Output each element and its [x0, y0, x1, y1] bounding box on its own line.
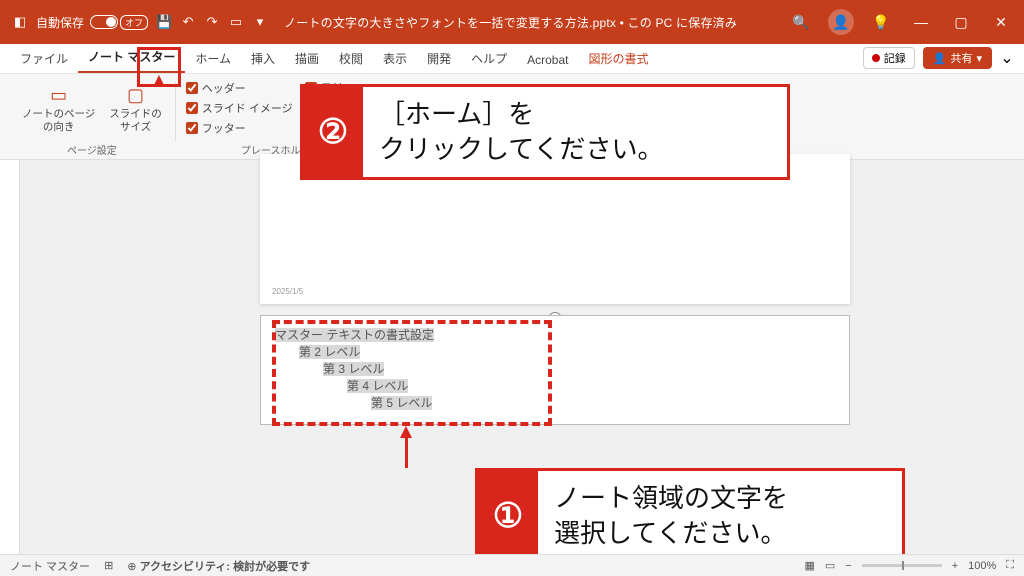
tab-view[interactable]: 表示 — [373, 44, 417, 73]
annotation-number-2: ② — [303, 87, 363, 177]
notes-level1[interactable]: マスター テキストの書式設定 — [275, 328, 434, 342]
zoom-value[interactable]: 100% — [968, 560, 996, 572]
annotation-callout-2: ② ［ホーム］を クリックしてください。 — [300, 84, 790, 180]
annotation-text-1: ノート領域の文字を 選択してください。 — [538, 471, 804, 561]
annotation-arrow-1-line — [405, 438, 408, 468]
zoom-out-icon[interactable]: − — [845, 560, 851, 572]
close-button[interactable]: ✕ — [988, 9, 1014, 35]
group-page-setup: ▭ ノートのページ の向き ▢ スライドの サイズ ページ設定 — [8, 78, 176, 157]
annotation-callout-1: ① ノート領域の文字を 選択してください。 — [475, 468, 905, 564]
undo-icon[interactable]: ↶ — [180, 14, 196, 30]
ribbon-tabs: ファイル ノート マスター ホーム 挿入 描画 校閲 表示 開発 ヘルプ Acr… — [0, 44, 1024, 74]
annotation-arrow-2 — [153, 75, 165, 87]
zoom-in-icon[interactable]: + — [952, 560, 958, 572]
tab-help[interactable]: ヘルプ — [461, 44, 517, 73]
tab-shape-format[interactable]: 図形の書式 — [578, 44, 658, 73]
tab-acrobat[interactable]: Acrobat — [517, 47, 578, 73]
record-button[interactable]: 記録 — [863, 47, 915, 69]
status-notes-icon[interactable]: ⊞ — [104, 559, 113, 572]
fit-window-icon[interactable]: ⛶ — [1006, 559, 1014, 572]
notes-orientation-button[interactable]: ▭ ノートのページ の向き — [18, 80, 99, 133]
status-accessibility[interactable]: ⊕ アクセシビリティ: 検討が必要です — [127, 558, 310, 574]
notes-level4[interactable]: 第 4 レベル — [347, 379, 408, 393]
toggle-off-icon — [90, 15, 118, 29]
collapse-ribbon-icon[interactable]: ⌄ — [1000, 48, 1014, 68]
vertical-ruler — [0, 160, 20, 554]
autosave-state: オフ — [120, 15, 148, 30]
autosave-toggle[interactable]: 自動保存 オフ — [36, 14, 148, 31]
title-bar: ◧ 自動保存 オフ 💾 ↶ ↷ ▭ ▾ ノートの文字の大きさやフォントを一括で変… — [0, 0, 1024, 44]
search-icon[interactable]: 🔍 — [788, 9, 814, 35]
app-icon: ◧ — [12, 14, 28, 30]
slide-date: 2025/1/5 — [272, 287, 303, 296]
status-bar: ノート マスター ⊞ ⊕ アクセシビリティ: 検討が必要です ▦ ▭ − + 1… — [0, 554, 1024, 576]
annotation-arrow-1 — [400, 426, 412, 438]
notes-level3[interactable]: 第 3 レベル — [323, 362, 384, 376]
tab-home[interactable]: ホーム — [185, 44, 241, 73]
notes-placeholder[interactable]: マスター テキストの書式設定 第 2 レベル 第 3 レベル 第 4 レベル 第… — [260, 315, 850, 425]
tab-notes-master[interactable]: ノート マスター — [78, 42, 185, 73]
chk-header[interactable]: ヘッダー — [186, 80, 293, 96]
chk-footer[interactable]: フッター — [186, 120, 293, 136]
redo-icon[interactable]: ↷ — [204, 14, 220, 30]
tab-developer[interactable]: 開発 — [417, 44, 461, 73]
annotation-number-1: ① — [478, 471, 538, 561]
notes-level2[interactable]: 第 2 レベル — [299, 345, 360, 359]
tab-file[interactable]: ファイル — [10, 44, 78, 73]
tab-insert[interactable]: 挿入 — [241, 44, 285, 73]
accessibility-icon: ⊕ — [127, 561, 136, 573]
document-title[interactable]: ノートの文字の大きさやフォントを一括で変更する方法.pptx • この PC に… — [268, 14, 788, 31]
share-button[interactable]: 👤共有▾ — [923, 47, 992, 69]
zoom-slider[interactable] — [862, 564, 942, 567]
view-reading-icon[interactable]: ▭ — [825, 559, 835, 572]
status-view: ノート マスター — [10, 558, 90, 574]
account-icon[interactable]: 👤 — [828, 9, 854, 35]
maximize-button[interactable]: ▢ — [948, 9, 974, 35]
size-icon: ▢ — [123, 84, 149, 106]
qat-more-icon[interactable]: ▾ — [252, 14, 268, 30]
slideshow-icon[interactable]: ▭ — [228, 14, 244, 30]
tab-draw[interactable]: 描画 — [285, 44, 329, 73]
annotation-text-2: ［ホーム］を クリックしてください。 — [363, 87, 679, 177]
group-label-page-setup: ページ設定 — [67, 142, 117, 157]
chk-slide-image[interactable]: スライド イメージ — [186, 100, 293, 116]
orientation-icon: ▭ — [46, 84, 72, 106]
view-normal-icon[interactable]: ▦ — [804, 559, 814, 572]
save-icon[interactable]: 💾 — [156, 14, 172, 30]
minimize-button[interactable]: — — [908, 9, 934, 35]
slide-size-button[interactable]: ▢ スライドの サイズ — [105, 80, 166, 133]
help-icon[interactable]: 💡 — [868, 9, 894, 35]
tab-review[interactable]: 校閲 — [329, 44, 373, 73]
autosave-label: 自動保存 — [36, 14, 84, 31]
notes-level5[interactable]: 第 5 レベル — [371, 396, 432, 410]
